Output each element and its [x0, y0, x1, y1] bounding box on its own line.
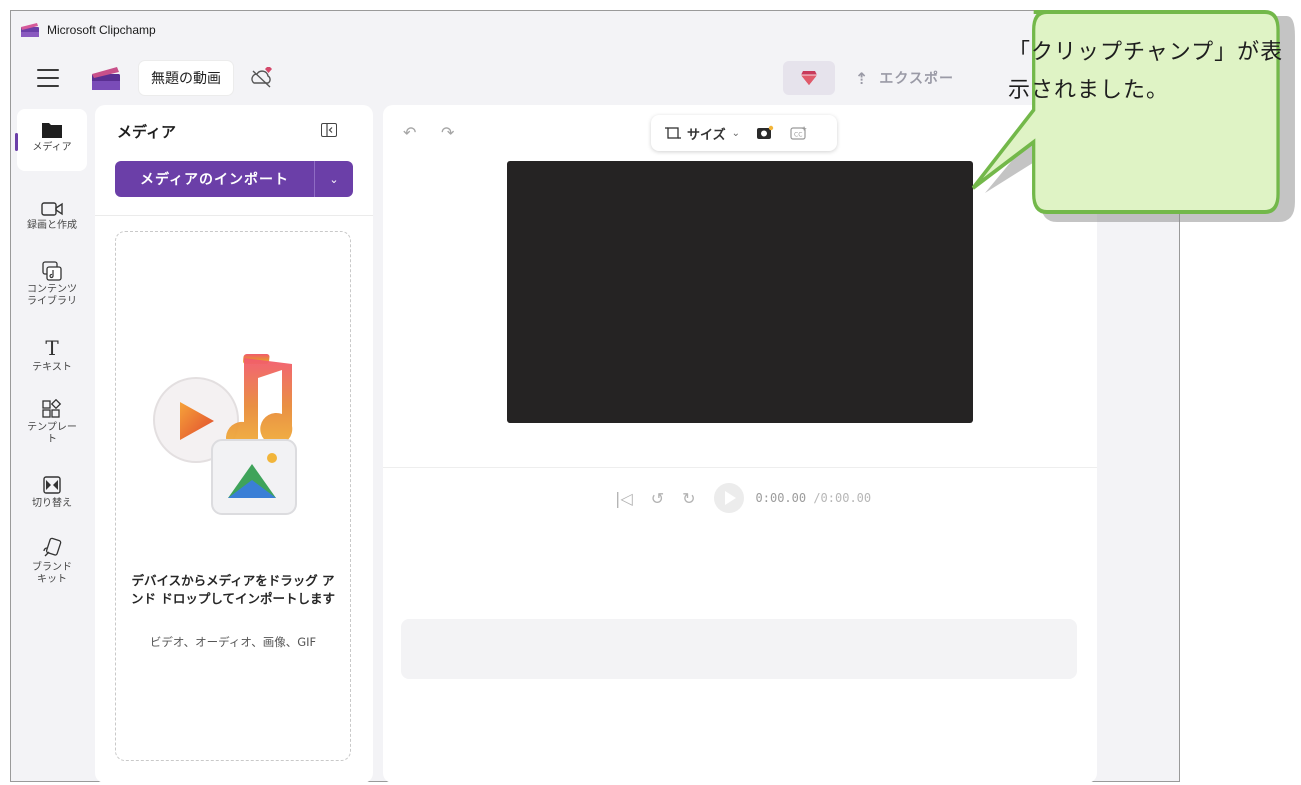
crop-frame-icon [665, 127, 681, 139]
video-camera-icon [41, 202, 63, 216]
content-library-icon [42, 261, 62, 281]
upload-arrow-icon: ⇡ [855, 68, 870, 88]
export-button[interactable]: ⇡ エクスポー [855, 61, 954, 95]
text-icon: T [45, 336, 59, 360]
nav-item-media[interactable]: メディア [15, 109, 87, 171]
nav-item-text[interactable]: T テキスト [17, 337, 87, 374]
redo-icon[interactable]: ↷ [441, 123, 454, 142]
cloud-sync-off-icon[interactable] [249, 65, 275, 91]
nav-item-label: ブランド キット [32, 562, 72, 585]
brand-kit-icon [43, 537, 62, 557]
aspect-ratio-button[interactable]: サイズ ⌄ [665, 124, 740, 143]
import-media-button[interactable]: メディアのインポート ⌄ [115, 161, 353, 197]
nav-item-brand-kit[interactable]: ブランド キット [17, 537, 87, 586]
background-fill-icon[interactable] [756, 125, 774, 141]
nav-item-label: コンテンツ ライブラリ [27, 284, 77, 307]
timecode: 0:00.00 /0:00.00 [756, 491, 872, 505]
callout-text: 「クリップチャンプ」が表示されました。 [1008, 40, 1284, 103]
export-label: エクスポー [879, 71, 954, 87]
timeline-track[interactable] [401, 619, 1077, 679]
media-drop-zone[interactable]: デバイスからメディアをドラッグ アンド ドロップしてインポートします ビデオ、オ… [115, 231, 351, 761]
skip-to-start-icon[interactable]: |◁ [615, 489, 633, 508]
play-icon [724, 491, 736, 505]
stage-divider [383, 467, 1097, 468]
transitions-icon [43, 476, 61, 494]
templates-icon [42, 399, 62, 418]
supported-formats-text: ビデオ、オーディオ、画像、GIF [149, 635, 317, 649]
size-label: サイズ [687, 127, 726, 143]
nav-item-label: 切り替え [32, 498, 72, 509]
chevron-down-icon[interactable]: ⌄ [314, 161, 353, 197]
nav-item-content-library[interactable]: コンテンツ ライブラリ [17, 261, 87, 308]
current-time: 0:00.00 [755, 491, 807, 505]
drop-zone-instructions: デバイスからメディアをドラッグ アンド ドロップしてインポートします [131, 573, 335, 606]
play-button[interactable] [713, 483, 744, 513]
media-illustration-icon [153, 354, 297, 515]
panel-divider [95, 215, 373, 216]
nav-item-transitions[interactable]: 切り替え [17, 475, 87, 510]
folder-icon [42, 123, 62, 138]
clipchamp-logo-icon [21, 23, 39, 37]
media-panel-title: メディア [117, 123, 176, 141]
active-indicator [15, 133, 18, 151]
svg-text:CC: CC [794, 132, 802, 139]
captions-icon[interactable]: CC [790, 125, 808, 141]
canvas-toolbar: サイズ ⌄ CC [651, 115, 837, 151]
total-time: /0:00.00 [813, 491, 872, 505]
nav-item-label: テンプレー ト [27, 422, 77, 445]
playback-controls: |◁ ↺ ↻ 0:00.00 /0:00.00 [615, 481, 871, 515]
window-title: Microsoft Clipchamp [47, 23, 156, 37]
rewind-5s-icon[interactable]: ↺ [651, 489, 664, 508]
left-nav: メディア 録画と作成 コンテンツ ライブラリ T テキスト テンプレー ト 切り… [11, 105, 95, 783]
diamond-icon [801, 71, 817, 85]
nav-item-label: テキスト [32, 362, 72, 373]
collapse-panel-icon[interactable] [321, 123, 337, 137]
nav-item-templates[interactable]: テンプレー ト [17, 399, 87, 446]
undo-icon[interactable]: ↶ [403, 123, 416, 142]
nav-item-label: メディア [32, 142, 72, 153]
media-panel: メディア メディアのインポート ⌄ デバイスからメディアをドラッグ アンド ドロ… [95, 105, 373, 783]
nav-item-record[interactable]: 録画と作成 [17, 201, 87, 232]
clipchamp-clapper-icon [92, 67, 120, 90]
forward-5s-icon[interactable]: ↻ [682, 489, 695, 508]
chevron-down-icon: ⌄ [731, 127, 741, 139]
nav-item-label: 録画と作成 [27, 220, 77, 231]
project-title-field[interactable]: 無題の動画 [139, 61, 233, 95]
import-media-label: メディアのインポート [139, 172, 290, 188]
premium-button[interactable] [783, 61, 835, 95]
menu-icon[interactable] [37, 69, 59, 87]
video-preview-canvas[interactable] [507, 161, 973, 423]
